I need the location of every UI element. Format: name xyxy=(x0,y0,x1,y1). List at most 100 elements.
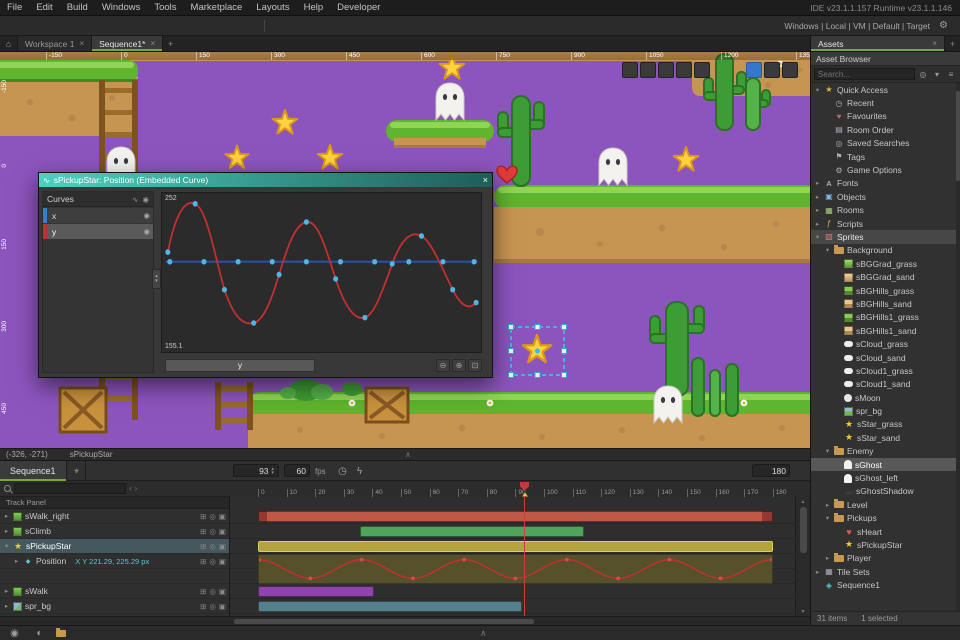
timeline-area[interactable] xyxy=(230,497,795,616)
track-matrix-icon[interactable] xyxy=(200,557,206,566)
track-matrix-icon[interactable] xyxy=(200,542,206,551)
menu-item[interactable]: File xyxy=(0,2,29,13)
track-visibility-icon[interactable] xyxy=(209,557,216,566)
scrollbar-thumb[interactable] xyxy=(234,619,534,624)
clip-sclimb[interactable] xyxy=(360,526,584,537)
export-icon[interactable] xyxy=(140,18,157,34)
track-matrix-icon[interactable] xyxy=(200,512,206,521)
curve-editor-window[interactable]: sPickupStar: Position (Embedded Curve) C… xyxy=(38,172,493,378)
zoom-in-icon[interactable]: ⊕ xyxy=(452,359,466,372)
tab-sequence-editor[interactable]: Sequence1 xyxy=(0,461,67,481)
menu-item[interactable]: Windows xyxy=(95,2,148,13)
asset-tree-item[interactable]: ▸ Scripts xyxy=(811,217,956,230)
asset-tree-item[interactable]: spr_bg xyxy=(811,404,956,417)
track-visibility-icon[interactable] xyxy=(209,527,216,536)
filter-dropdown-icon[interactable] xyxy=(931,68,943,80)
track-lock-icon[interactable] xyxy=(219,587,226,596)
run-icon[interactable] xyxy=(174,18,191,34)
asset-tree-item[interactable]: sBGGrad_grass xyxy=(811,257,956,270)
asset-tree-item[interactable]: ▸ Objects xyxy=(811,190,956,203)
save-icon[interactable] xyxy=(55,18,72,34)
clip-spr-bg[interactable] xyxy=(258,601,522,612)
asset-tree-item[interactable]: Favourites xyxy=(811,110,956,123)
asset-tree-item[interactable]: sMoon xyxy=(811,391,956,404)
asset-tree-item[interactable]: ▾ Pickups xyxy=(811,512,956,525)
redo-icon[interactable] xyxy=(106,18,123,34)
folder-icon[interactable] xyxy=(56,630,66,637)
asset-tree-item[interactable]: sBGHills_grass xyxy=(811,284,956,297)
track-row[interactable]: ▾ sPickupStar xyxy=(0,539,229,554)
asset-tree-item[interactable]: Room Order xyxy=(811,123,956,136)
curve-channel-x[interactable]: x xyxy=(43,208,153,223)
tab-workspace1[interactable]: Workspace 1 xyxy=(18,36,92,51)
keyframe-record-icon[interactable] xyxy=(196,463,213,479)
menu-item[interactable]: Help xyxy=(297,2,331,13)
asset-tree-item[interactable]: sPickupStar xyxy=(811,538,956,551)
asset-tree-scrollbar[interactable] xyxy=(956,83,960,611)
menu-item[interactable]: Developer xyxy=(330,2,387,13)
asset-tree-item[interactable]: sCloud1_grass xyxy=(811,364,956,377)
asset-tree-item[interactable]: ▾ Background xyxy=(811,244,956,257)
channel-y-button[interactable]: y xyxy=(165,359,315,372)
track-search-input[interactable] xyxy=(14,483,126,494)
go-to-start-icon[interactable] xyxy=(512,463,528,479)
clock-icon[interactable] xyxy=(334,463,351,479)
asset-tree-item[interactable]: Sequence1 xyxy=(811,578,956,591)
curve-channel-y[interactable]: y xyxy=(43,224,153,239)
asset-tree-item[interactable]: Game Options xyxy=(811,163,956,176)
track-row[interactable]: ▸ spr_bg xyxy=(0,599,229,614)
next-keyframe-icon[interactable] xyxy=(212,482,226,495)
zoom-fit-icon[interactable] xyxy=(694,62,710,78)
zoom-in-icon[interactable] xyxy=(658,62,674,78)
add-keyframe-icon[interactable] xyxy=(196,482,210,495)
asset-tree-item[interactable]: sGhost xyxy=(811,458,956,471)
curve-mini-icon[interactable] xyxy=(132,195,138,204)
zoom-reset-icon[interactable] xyxy=(676,62,692,78)
eye-icon[interactable] xyxy=(143,211,150,220)
prev-keyframe-icon[interactable] xyxy=(180,482,194,495)
prev-match-icon[interactable] xyxy=(129,484,132,493)
asset-tree-item[interactable]: sCloud_sand xyxy=(811,351,956,364)
asset-tree-item[interactable]: ▾ Enemy xyxy=(811,445,956,458)
curve-graph[interactable]: 252 155.1 xyxy=(161,192,482,353)
asset-tree-item[interactable]: ▸ Tile Sets xyxy=(811,565,956,578)
build-targets-label[interactable]: Windows | Local | VM | Default | Target xyxy=(784,21,930,31)
import-icon[interactable] xyxy=(123,18,140,34)
region-select-icon[interactable] xyxy=(782,62,798,78)
pin-tab-icon[interactable] xyxy=(68,461,86,481)
track-row[interactable]: ▸ sWalk xyxy=(0,584,229,599)
zoom-out-icon[interactable] xyxy=(640,62,656,78)
locate-asset-icon[interactable] xyxy=(917,68,929,80)
track-matrix-icon[interactable] xyxy=(200,602,206,611)
clip-swalk[interactable] xyxy=(258,586,374,597)
asset-tree-item[interactable]: sBGHills_sand xyxy=(811,297,956,310)
asset-tree-item[interactable]: sBGHills1_sand xyxy=(811,324,956,337)
tab-assets[interactable]: Assets xyxy=(811,36,945,51)
clean-icon[interactable] xyxy=(208,18,225,34)
timeline-ruler[interactable]: 0102030405060708090100110120130140150160… xyxy=(230,481,810,497)
asset-tree-item[interactable]: ▸ Fonts xyxy=(811,177,956,190)
next-match-icon[interactable] xyxy=(135,484,138,493)
target-device-icon[interactable] xyxy=(242,18,259,34)
menu-item[interactable]: Marketplace xyxy=(184,2,250,13)
track-visibility-icon[interactable] xyxy=(209,602,216,611)
asset-tree-item[interactable]: Recent xyxy=(811,96,956,109)
playhead-line[interactable] xyxy=(524,497,525,616)
tab-sequence1[interactable]: Sequence1* xyxy=(92,36,163,51)
track-lock-icon[interactable] xyxy=(219,542,226,551)
track-visibility-icon[interactable] xyxy=(209,542,216,551)
current-frame-input[interactable]: 93▲▼ xyxy=(233,464,279,477)
asset-tree-item[interactable]: ▾ Quick Access xyxy=(811,83,956,96)
track-row[interactable]: ▸ Position X Y 221.29, 225.29 px xyxy=(0,554,229,569)
asset-tree-item[interactable]: sGhost_left xyxy=(811,471,956,484)
asset-tree-item[interactable]: sGhostShadow xyxy=(811,485,956,498)
timeline-vertical-scrollbar[interactable] xyxy=(795,497,810,616)
asset-tree-item[interactable]: ▾ Sprites xyxy=(811,230,956,243)
close-icon[interactable] xyxy=(79,39,84,48)
clip-spickupstar[interactable] xyxy=(258,541,773,552)
new-tab-button[interactable]: + xyxy=(945,36,960,51)
clip-swalk-right[interactable] xyxy=(258,511,773,522)
menu-item[interactable]: Build xyxy=(60,2,95,13)
room-canvas[interactable]: -1500150300450600750900105012001350 -150… xyxy=(0,52,810,460)
track-row[interactable]: ▸ sClimb xyxy=(0,524,229,539)
